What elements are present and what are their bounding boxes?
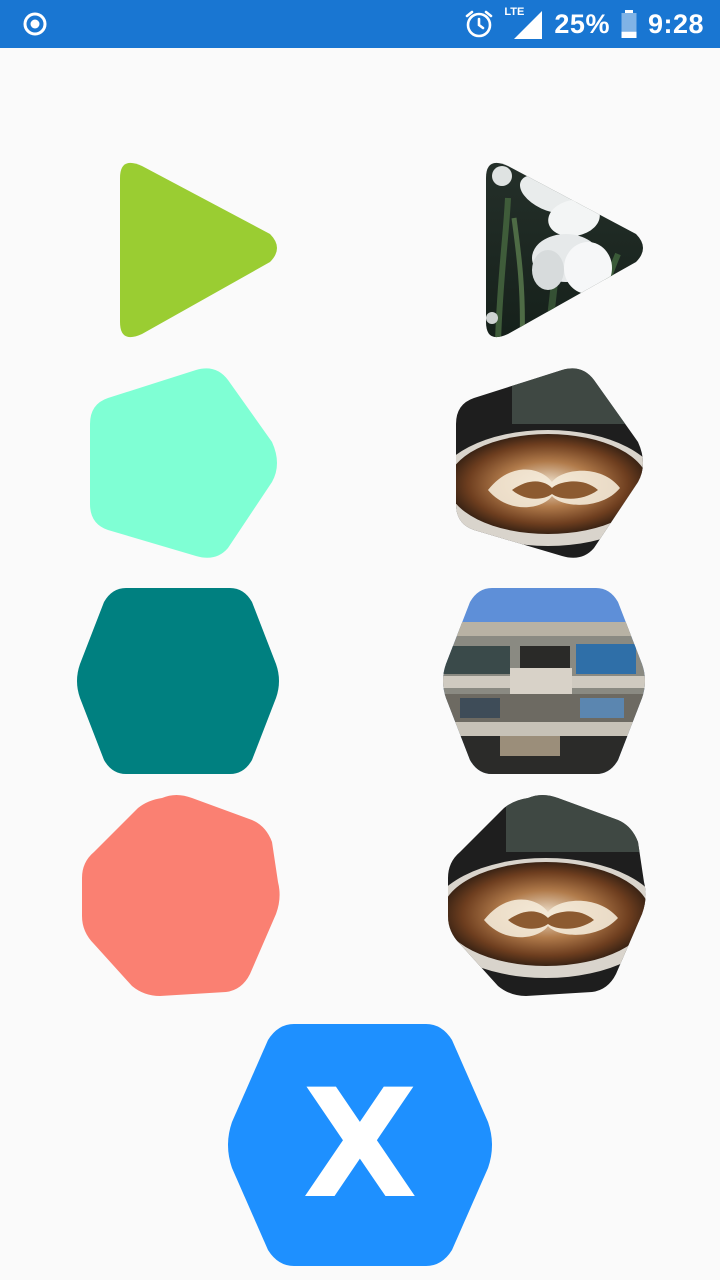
- clock-time: 9:28: [647, 8, 704, 39]
- heptagon-shape-salmon[interactable]: [80, 792, 282, 998]
- latte-art-photo: [448, 795, 646, 996]
- alarm-clock-icon: [466, 10, 493, 38]
- white-tulips-photo: [486, 162, 643, 338]
- latte-art-photo: [456, 368, 643, 558]
- hexagon-shape-building[interactable]: [440, 586, 648, 776]
- status-bar: LTE 25% 9:28: [0, 0, 720, 48]
- fab-label: X: [302, 1058, 418, 1232]
- apartment-building-photo: [443, 588, 645, 774]
- triangle-shape-tulips[interactable]: [478, 158, 650, 342]
- triangle-shape-green[interactable]: [112, 158, 284, 342]
- pentagon-shape-aquamarine[interactable]: [86, 364, 282, 564]
- battery-icon: [621, 10, 637, 38]
- battery-percent: 25%: [554, 8, 610, 39]
- pentagon-shape-latte[interactable]: [452, 364, 648, 564]
- heptagon-shape-latte[interactable]: [446, 792, 648, 998]
- record-icon: [23, 12, 47, 36]
- xamarin-fab-button[interactable]: X: [224, 1022, 496, 1268]
- signal-lte-icon: LTE: [504, 7, 544, 41]
- hexagon-shape-teal[interactable]: [74, 586, 282, 776]
